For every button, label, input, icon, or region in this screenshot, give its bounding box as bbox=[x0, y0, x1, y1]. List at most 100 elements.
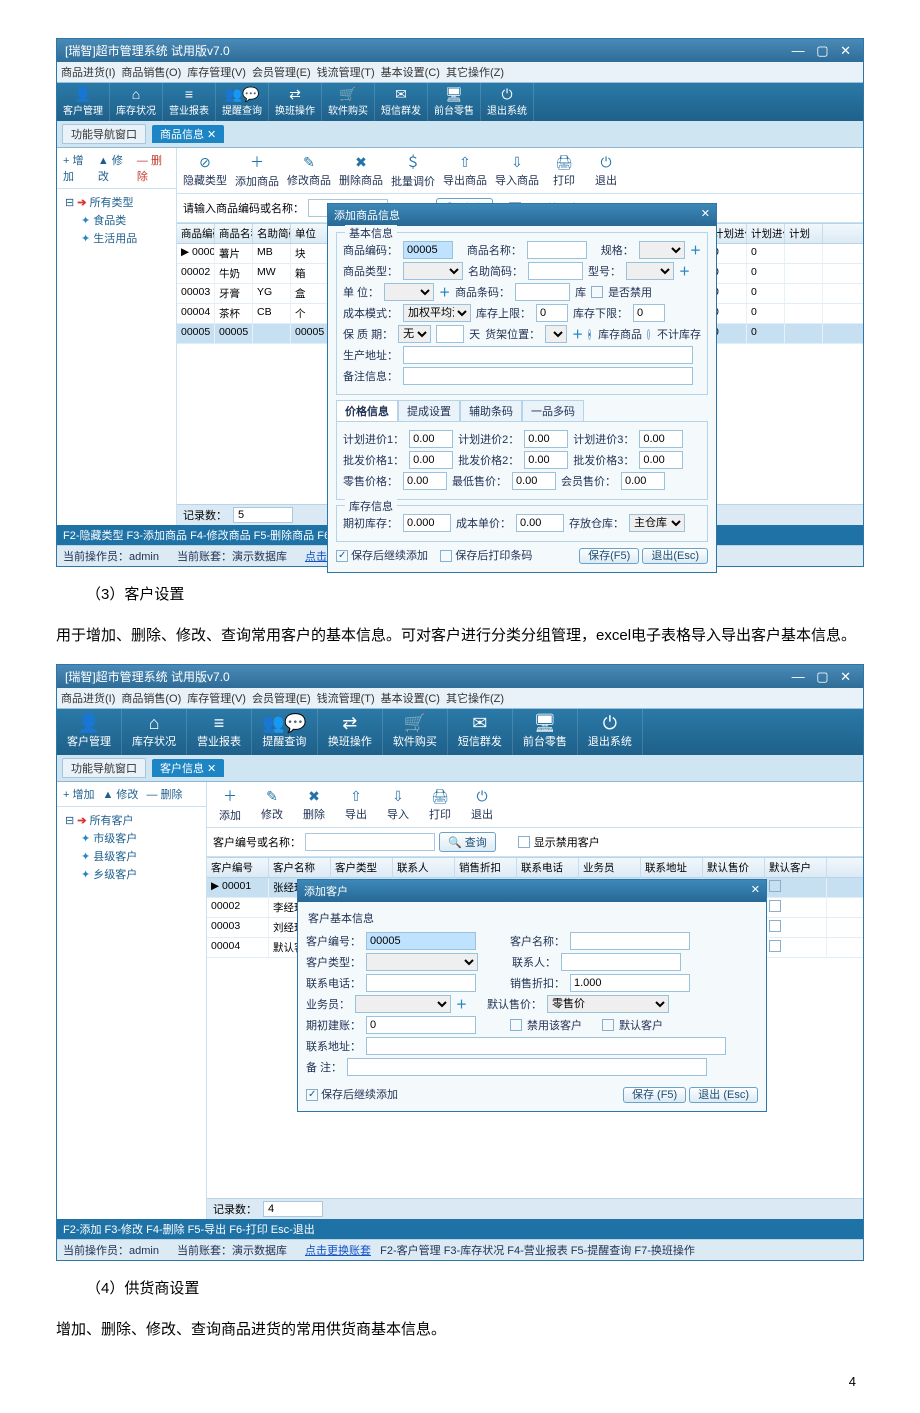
ribbon-软件购买[interactable]: 🛒软件购买 bbox=[383, 709, 448, 755]
tb-btn-删除商品[interactable]: ✖删除商品 bbox=[339, 154, 383, 188]
spec-add-icon[interactable]: ＋ bbox=[690, 242, 701, 258]
left-tb-btn[interactable]: ▲ 修改 bbox=[102, 786, 138, 802]
plan1-input[interactable] bbox=[409, 430, 453, 448]
memo-input[interactable] bbox=[403, 367, 693, 385]
unit-select[interactable] bbox=[384, 283, 434, 301]
ribbon-短信群发[interactable]: ✉短信群发 bbox=[375, 83, 428, 121]
name-input[interactable] bbox=[527, 241, 587, 259]
col-header[interactable]: 单位 bbox=[291, 224, 329, 243]
menu-item[interactable]: 其它操作(Z) bbox=[446, 693, 504, 705]
retail-input[interactable] bbox=[403, 472, 447, 490]
col-header[interactable]: 名助简码 bbox=[253, 224, 291, 243]
ribbon-库存状况[interactable]: ⌂库存状况 bbox=[122, 709, 187, 755]
save-button[interactable]: 保存(F5) bbox=[579, 548, 639, 564]
costprice-input[interactable] bbox=[516, 514, 564, 532]
disable-customer-checkbox[interactable] bbox=[510, 1019, 522, 1031]
menu-item[interactable]: 商品进货(I) bbox=[61, 67, 115, 79]
search-input[interactable] bbox=[305, 833, 435, 851]
tb-btn-添加[interactable]: ＋添加 bbox=[213, 786, 247, 823]
tree-node[interactable]: ✦ 乡级客户 bbox=[63, 865, 200, 883]
col-header[interactable]: 商品编码 bbox=[177, 224, 215, 243]
ribbon-客户管理[interactable]: 👤客户管理 bbox=[57, 709, 122, 755]
unit-add-icon[interactable]: ＋ bbox=[439, 284, 450, 300]
upper-input[interactable] bbox=[536, 304, 568, 322]
price-tab[interactable]: 辅助条码 bbox=[460, 400, 522, 421]
id-input[interactable] bbox=[366, 932, 476, 950]
tb-btn-导出商品[interactable]: ⇧导出商品 bbox=[443, 154, 487, 188]
col-header[interactable]: 联系电话 bbox=[517, 858, 579, 877]
tb-btn-导出[interactable]: ⇧导出 bbox=[339, 788, 373, 822]
tb-btn-导入[interactable]: ⇩导入 bbox=[381, 788, 415, 822]
exit-button[interactable]: 退出(Esc) bbox=[642, 548, 708, 564]
whole2-input[interactable] bbox=[524, 451, 568, 469]
switch-account-link[interactable]: 点击更换账套 bbox=[305, 1245, 371, 1257]
sales-add-icon[interactable]: ＋ bbox=[456, 996, 467, 1012]
ribbon-营业报表[interactable]: ≡营业报表 bbox=[187, 709, 252, 755]
tb-btn-退出[interactable]: ⏻退出 bbox=[589, 154, 623, 188]
ribbon-营业报表[interactable]: ≡营业报表 bbox=[163, 83, 216, 121]
tree-node[interactable]: ✦ 食品类 bbox=[63, 211, 170, 229]
window-controls[interactable]: — ▢ ✕ bbox=[792, 669, 855, 685]
tb-btn-修改商品[interactable]: ✎修改商品 bbox=[287, 154, 331, 188]
model-select[interactable] bbox=[626, 262, 674, 280]
code-input[interactable] bbox=[403, 241, 453, 259]
menu-item[interactable]: 库存管理(V) bbox=[187, 693, 246, 705]
tree-root[interactable]: 所有客户 bbox=[90, 815, 134, 827]
exit-button[interactable]: 退出 (Esc) bbox=[689, 1087, 758, 1103]
col-header[interactable]: 默认客户 bbox=[765, 858, 827, 877]
barcode-input[interactable] bbox=[515, 283, 570, 301]
customer-tree[interactable]: ⊟ ➔ 所有客户 ✦ 市级客户✦ 县级客户✦ 乡级客户 bbox=[57, 807, 206, 887]
ribbon-软件购买[interactable]: 🛒软件购买 bbox=[322, 83, 375, 121]
tb-btn-退出[interactable]: ⏻退出 bbox=[465, 788, 499, 822]
disc-input[interactable] bbox=[570, 974, 690, 992]
menu-item[interactable]: 商品销售(O) bbox=[121, 693, 181, 705]
ribbon-换班操作[interactable]: ⇄换班操作 bbox=[269, 83, 322, 121]
spec-select[interactable] bbox=[639, 241, 685, 259]
shelf-select[interactable]: 无 bbox=[398, 325, 431, 343]
menu-item[interactable]: 商品进货(I) bbox=[61, 693, 115, 705]
stock-method-a-radio[interactable] bbox=[588, 329, 591, 340]
type-select[interactable] bbox=[403, 262, 463, 280]
menu-item[interactable]: 基本设置(C) bbox=[381, 693, 440, 705]
col-header[interactable]: 联系人 bbox=[393, 858, 455, 877]
print-barcode-checkbox[interactable] bbox=[440, 550, 452, 562]
menu-item[interactable]: 商品销售(O) bbox=[121, 67, 181, 79]
tb-btn-打印[interactable]: 🖨打印 bbox=[423, 788, 457, 822]
memo-input[interactable] bbox=[347, 1058, 707, 1076]
menubar[interactable]: 商品进货(I)商品销售(O)库存管理(V)会员管理(E)钱流管理(T)基本设置(… bbox=[57, 62, 863, 83]
left-tb-btn[interactable]: + 增加 bbox=[63, 152, 92, 184]
menu-item[interactable]: 会员管理(E) bbox=[252, 67, 311, 79]
menubar[interactable]: 商品进货(I)商品销售(O)库存管理(V)会员管理(E)钱流管理(T)基本设置(… bbox=[57, 688, 863, 709]
tab-customers[interactable]: 客户信息 ✕ bbox=[152, 759, 224, 777]
model-add-icon[interactable]: ＋ bbox=[679, 263, 690, 279]
contact-input[interactable] bbox=[561, 953, 681, 971]
tb-btn-删除[interactable]: ✖删除 bbox=[297, 788, 331, 822]
lowest-input[interactable] bbox=[512, 472, 556, 490]
col-header[interactable]: 客户编号 bbox=[207, 858, 269, 877]
menu-item[interactable]: 其它操作(Z) bbox=[446, 67, 504, 79]
stock-method-b-radio[interactable] bbox=[647, 329, 650, 340]
close-icon[interactable]: ✕ bbox=[701, 207, 710, 223]
close-icon[interactable]: ✕ bbox=[751, 883, 760, 899]
ribbon-前台零售[interactable]: 🖥前台零售 bbox=[513, 709, 578, 755]
col-header[interactable]: 客户类型 bbox=[331, 858, 393, 877]
col-header[interactable]: 客户名称 bbox=[269, 858, 331, 877]
shelf-days-input[interactable] bbox=[436, 325, 464, 343]
save-button[interactable]: 保存 (F5) bbox=[623, 1087, 686, 1103]
whole1-input[interactable] bbox=[409, 451, 453, 469]
left-tb-btn[interactable]: ▲ 修改 bbox=[98, 152, 131, 184]
sales-select[interactable] bbox=[355, 995, 451, 1013]
tree-root[interactable]: 所有类型 bbox=[90, 197, 134, 209]
price-tab[interactable]: 价格信息 bbox=[336, 400, 398, 421]
tb-btn-打印[interactable]: 🖨打印 bbox=[547, 154, 581, 188]
disabled-checkbox[interactable] bbox=[591, 286, 603, 298]
shelfpos-add-icon[interactable]: ＋ bbox=[572, 326, 583, 342]
init-input[interactable] bbox=[366, 1016, 476, 1034]
menu-item[interactable]: 钱流管理(T) bbox=[317, 67, 375, 79]
col-header[interactable]: 业务员 bbox=[579, 858, 641, 877]
cost-select[interactable]: 加权平均法 bbox=[403, 304, 471, 322]
ribbon-前台零售[interactable]: 🖥前台零售 bbox=[428, 83, 481, 121]
default-customer-checkbox[interactable] bbox=[602, 1019, 614, 1031]
ribbon-客户管理[interactable]: 👤客户管理 bbox=[57, 83, 110, 121]
lower-input[interactable] bbox=[633, 304, 665, 322]
